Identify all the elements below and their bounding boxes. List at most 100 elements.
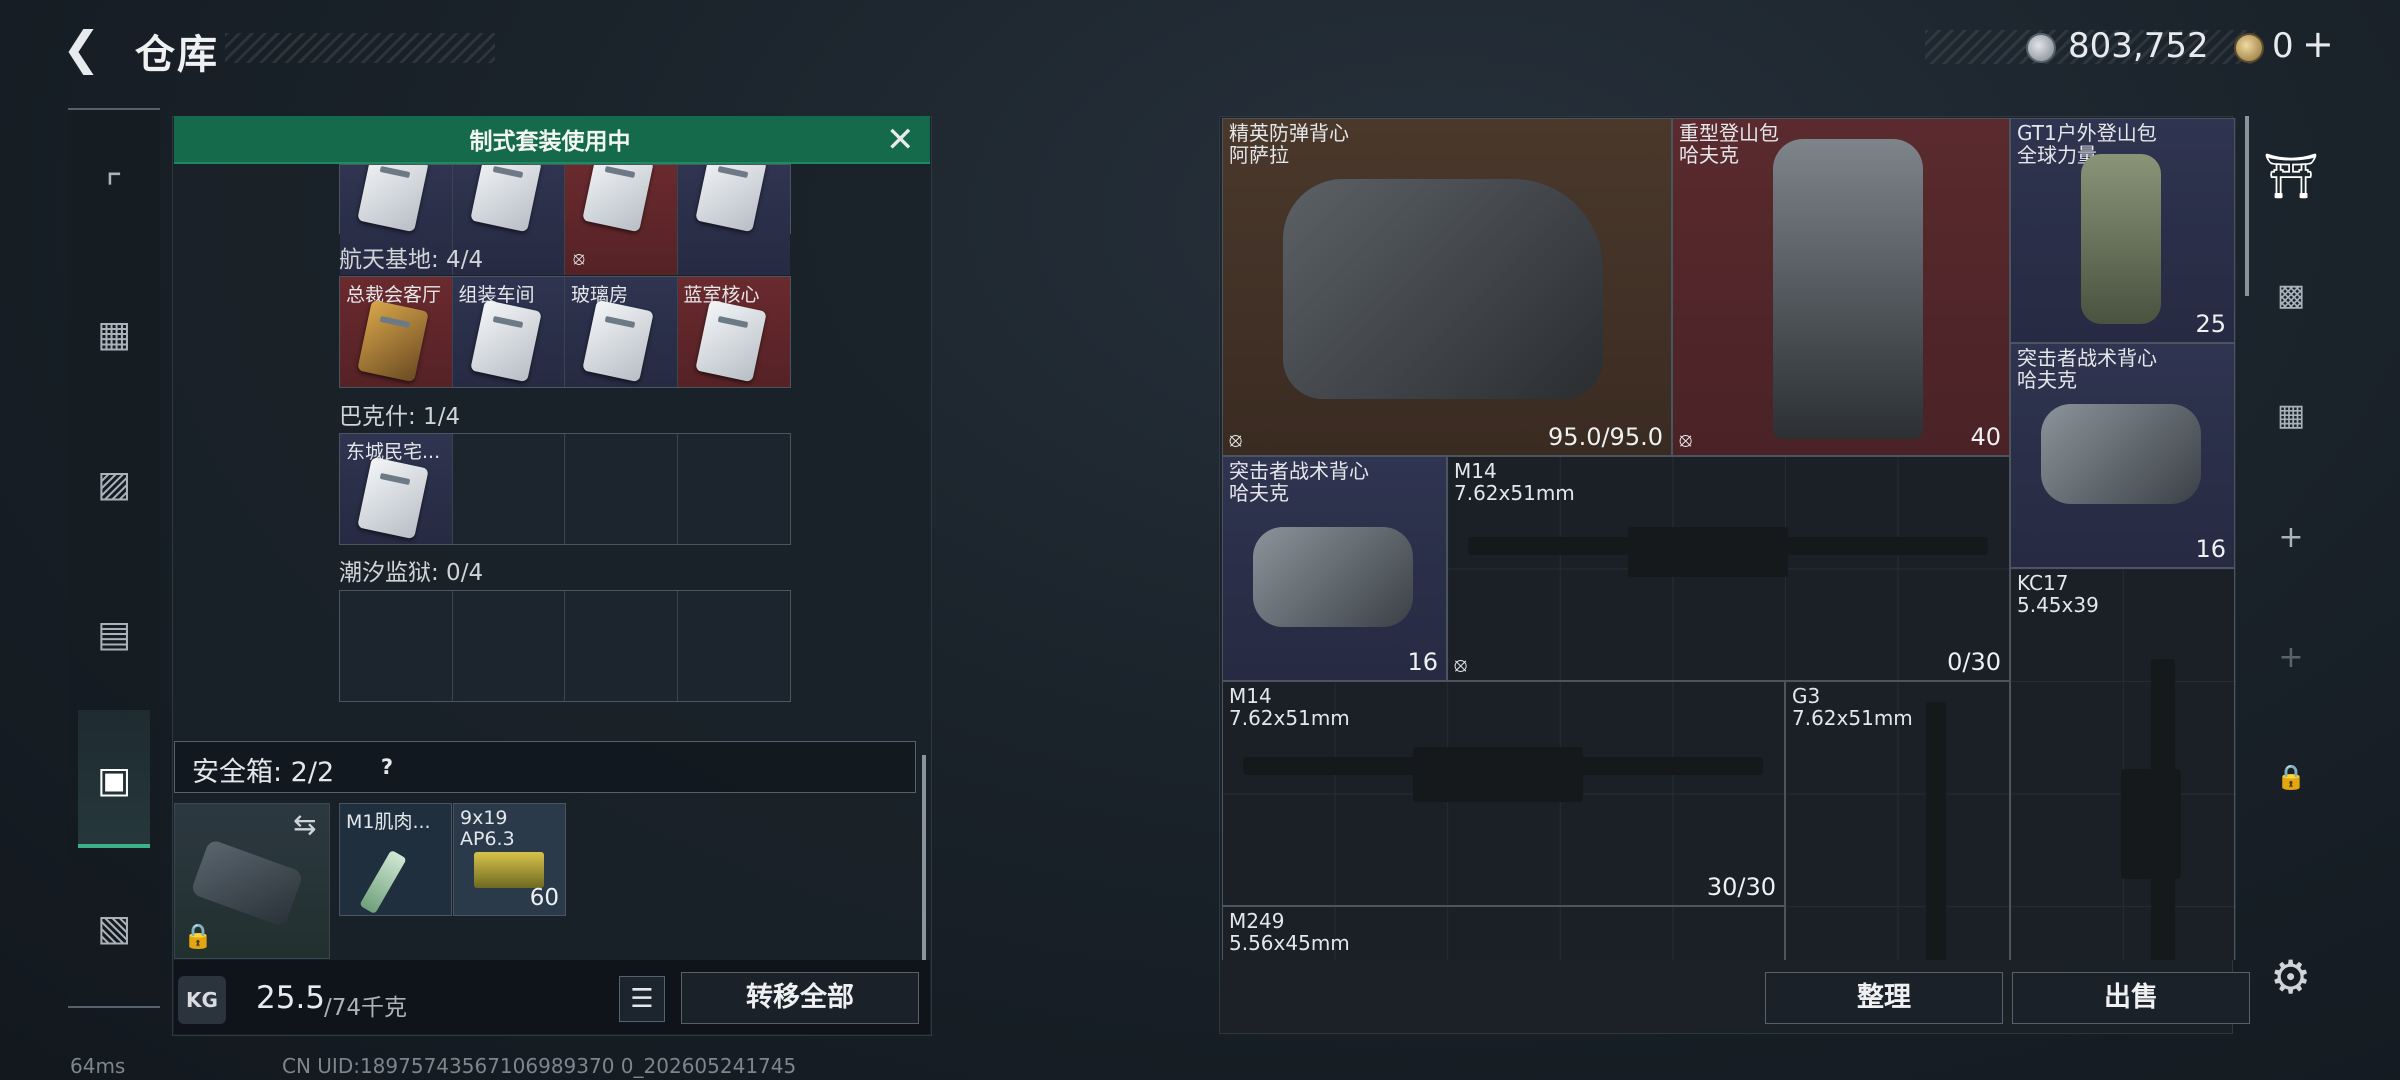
container-icon[interactable]: ▣ <box>80 746 148 814</box>
storage-item[interactable]: KC17 5.45x39 <box>2010 568 2235 960</box>
no-use-icon: ⦻ <box>1679 427 1693 451</box>
scrollbar[interactable] <box>922 755 926 960</box>
item-sub: 7.62x51mm <box>1792 706 1913 730</box>
right-nav-scrollbar[interactable] <box>2245 116 2249 296</box>
list-icon[interactable]: ☰ <box>619 976 665 1022</box>
back-arrow-icon[interactable]: ❮ <box>62 22 112 74</box>
item-name: KC17 <box>2017 571 2069 595</box>
storage-item[interactable]: GT1户外登山包 全球力量 25 <box>2010 118 2235 343</box>
weight-max: /74千克 <box>324 995 408 1021</box>
storage-item[interactable]: M14 7.62x51mm 30/30 <box>1222 681 1785 906</box>
item-ammo: 30/30 <box>1706 873 1776 901</box>
key-slot[interactable]: ⦻ <box>565 165 678 275</box>
section-label: 巴克什: 1/4 <box>339 404 461 430</box>
vest-image <box>1283 179 1603 399</box>
gold-amount: 0 <box>2272 26 2294 66</box>
key-slot[interactable]: 玻璃房 <box>565 277 678 387</box>
warehouse-tab-icon[interactable]: ⛩ <box>2255 140 2327 212</box>
item-sub: 7.62x51mm <box>1229 706 1350 730</box>
item-capacity: 40 <box>1970 423 2001 451</box>
storage-item[interactable]: 重型登山包 哈夫克 ⦻ 40 <box>1672 118 2010 456</box>
item-sub: 5.45x39 <box>2017 593 2099 617</box>
safe-item-slot[interactable]: M1肌肉... <box>339 803 452 916</box>
weapon-storage-tab-icon[interactable]: ▩ <box>2262 266 2320 324</box>
key-label: 总裁会客厅 <box>346 284 442 306</box>
key-slot[interactable]: 蓝室核心 <box>677 277 790 387</box>
empty-slot[interactable] <box>677 591 790 701</box>
key-slot[interactable]: 组装车间 <box>452 277 565 387</box>
swap-icon[interactable]: ⇆ <box>293 808 316 841</box>
empty-slot[interactable] <box>565 591 678 701</box>
no-use-icon: ⦻ <box>1229 427 1243 451</box>
item-name: G3 <box>1792 684 1821 708</box>
item-name: M1肌肉... <box>346 811 431 833</box>
add-icon-disabled: + <box>2278 639 2304 675</box>
organize-button[interactable]: 整理 <box>1765 972 2003 1024</box>
gold-coin-icon <box>2234 33 2264 63</box>
storage-item[interactable]: M14 7.62x51mm ⦻ 0/30 <box>1447 456 2010 681</box>
section-label: 航天基地: 4/4 <box>339 247 484 273</box>
vest-icon[interactable]: ▦ <box>80 300 148 368</box>
item-count: 60 <box>529 885 559 911</box>
item-sub: 哈夫克 <box>1679 143 1739 167</box>
empty-slot[interactable] <box>565 434 678 544</box>
storage-item[interactable]: 精英防弹背心 阿萨拉 ⦻ 95.0/95.0 <box>1222 118 1672 456</box>
item-capacity: 25 <box>2195 310 2226 338</box>
rifle-image <box>1926 702 1946 960</box>
storage-item[interactable]: M249 5.56x45mm <box>1222 906 1785 960</box>
weight-current: 25.5 <box>256 980 326 1016</box>
empty-slot[interactable] <box>452 434 565 544</box>
item-name: 重型登山包 <box>1679 121 1779 145</box>
item-durability: 95.0/95.0 <box>1548 423 1663 451</box>
safe-item-slot[interactable]: 9x19 AP6.3 60 <box>453 803 566 916</box>
loadout-banner-text: 制式套装使用中 <box>469 129 631 155</box>
weight-icon: KG <box>178 976 226 1024</box>
vest-image <box>2041 404 2201 504</box>
storage-item[interactable]: 突击者战术背心 哈夫克 16 <box>2010 343 2235 568</box>
add-currency-button[interactable]: + <box>2302 22 2334 66</box>
safe-case-image <box>190 838 304 928</box>
item-sub: 7.62x51mm <box>1454 481 1575 505</box>
storage-item[interactable]: G3 7.62x51mm <box>1785 681 2010 960</box>
empty-slot[interactable] <box>452 591 565 701</box>
sell-button[interactable]: 出售 <box>2012 972 2250 1024</box>
silver-coin-icon <box>2026 33 2056 63</box>
backpack-image <box>1773 139 1923 439</box>
rifle-body <box>2121 769 2181 879</box>
lock-icon: 🔒 <box>183 922 213 950</box>
key-slot[interactable] <box>677 165 790 275</box>
storage-item[interactable]: 突击者战术背心 哈夫克 16 <box>1222 456 1447 681</box>
title-decoration <box>225 33 495 63</box>
item-sub: AP6.3 <box>460 828 515 850</box>
no-use-icon: ⦻ <box>573 248 585 269</box>
item-capacity: 16 <box>2195 535 2226 563</box>
key-slot[interactable]: 东城民宅... <box>340 434 453 544</box>
item-name: M249 <box>1229 909 1285 933</box>
page-title: 仓库 <box>135 32 219 78</box>
slot-row-partial: ⦻ <box>339 164 791 275</box>
add-storage-tab-icon[interactable]: ▦ <box>2262 386 2320 444</box>
empty-slot[interactable] <box>677 434 790 544</box>
pistol-icon[interactable]: ⌜ <box>80 154 148 222</box>
rifle-body <box>1628 527 1788 577</box>
transfer-all-button[interactable]: 转移全部 <box>681 972 919 1024</box>
empty-slot[interactable] <box>340 591 453 701</box>
section-label: 潮汐监狱: 0/4 <box>339 560 484 586</box>
item-sub: 哈夫克 <box>2017 368 2077 392</box>
backpack-image <box>2081 154 2161 324</box>
gear-icon[interactable]: ⚙ <box>2270 950 2311 1004</box>
close-icon[interactable]: ✕ <box>886 120 915 160</box>
toolbox-icon[interactable]: ▧ <box>80 894 148 962</box>
backpack-icon[interactable]: ▤ <box>80 600 148 668</box>
item-sub: 5.56x45mm <box>1229 931 1350 955</box>
slot-row-tidal <box>339 590 791 702</box>
item-name: M14 <box>1454 459 1497 483</box>
armor-icon[interactable]: ▨ <box>80 450 148 518</box>
slot-row-bakshi: 东城民宅... <box>339 433 791 545</box>
add-icon[interactable]: + <box>2262 508 2320 566</box>
safe-box-container[interactable]: ⇆ 🔒 <box>174 803 330 959</box>
help-icon[interactable]: ? <box>372 752 402 782</box>
key-slot[interactable]: 总裁会客厅 <box>340 277 453 387</box>
no-use-icon: ⦻ <box>1454 652 1468 676</box>
item-ammo: 0/30 <box>1947 648 2001 676</box>
